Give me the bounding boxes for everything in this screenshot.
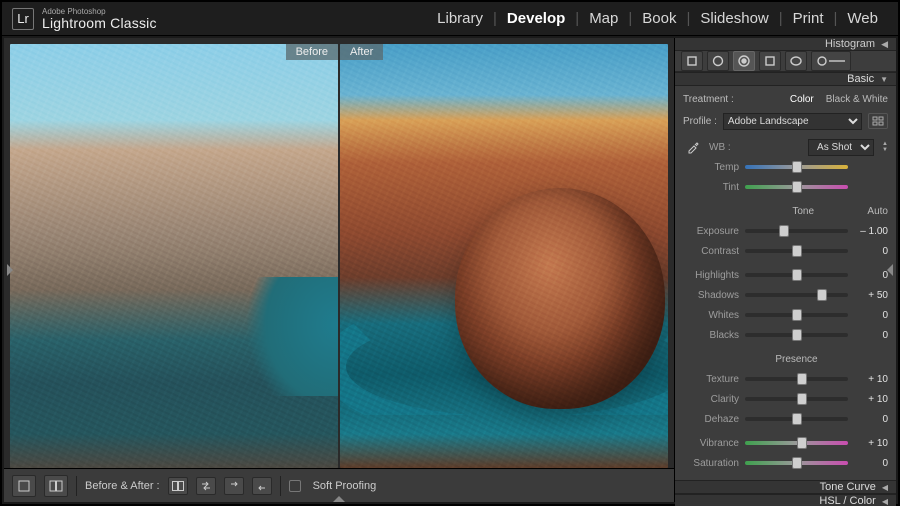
texture-slider[interactable] bbox=[745, 372, 848, 386]
texture-value[interactable]: + 10 bbox=[854, 374, 888, 385]
temp-slider[interactable] bbox=[745, 160, 848, 174]
soft-proofing-checkbox[interactable] bbox=[289, 480, 301, 492]
treatment-label: Treatment : bbox=[683, 94, 734, 105]
wb-select[interactable]: As Shot bbox=[808, 139, 874, 156]
profile-browser-icon[interactable] bbox=[868, 113, 888, 129]
app-name: Lightroom Classic bbox=[42, 16, 157, 30]
brush-tool[interactable] bbox=[811, 51, 851, 71]
contrast-slider[interactable] bbox=[745, 244, 848, 258]
top-bar: Lr Adobe Photoshop Lightroom Classic Lib… bbox=[2, 2, 898, 36]
highlights-slider[interactable] bbox=[745, 268, 848, 282]
saturation-value[interactable]: 0 bbox=[854, 458, 888, 469]
soft-proofing-label: Soft Proofing bbox=[313, 480, 377, 492]
temp-label: Temp bbox=[683, 162, 739, 173]
after-badge: After bbox=[340, 44, 383, 60]
highlights-value[interactable]: 0 bbox=[854, 270, 888, 281]
dehaze-slider[interactable] bbox=[745, 412, 848, 426]
app-logo: Lr Adobe Photoshop Lightroom Classic bbox=[12, 8, 157, 30]
dehaze-label: Dehaze bbox=[683, 414, 739, 425]
module-book[interactable]: Book bbox=[632, 10, 686, 27]
before-badge: Before bbox=[286, 44, 338, 60]
treatment-color[interactable]: Color bbox=[790, 94, 814, 105]
module-map[interactable]: Map bbox=[579, 10, 628, 27]
before-after-label: Before & After : bbox=[85, 480, 160, 492]
tint-label: Tint bbox=[683, 182, 739, 193]
ba-copy2-button[interactable] bbox=[252, 477, 272, 495]
clarity-value[interactable]: + 10 bbox=[854, 394, 888, 405]
clarity-slider[interactable] bbox=[745, 392, 848, 406]
module-picker: Library| Develop| Map| Book| Slideshow| … bbox=[427, 10, 888, 27]
shadows-label: Shadows bbox=[683, 290, 739, 301]
whites-slider[interactable] bbox=[745, 308, 848, 322]
shadows-value[interactable]: + 50 bbox=[854, 290, 888, 301]
exposure-label: Exposure bbox=[683, 226, 739, 237]
histogram-label: Histogram bbox=[825, 38, 875, 50]
app-window: Lr Adobe Photoshop Lightroom Classic Lib… bbox=[0, 0, 900, 506]
saturation-label: Saturation bbox=[683, 458, 739, 469]
radial-filter-tool[interactable] bbox=[785, 51, 807, 71]
before-pane: Before bbox=[10, 44, 338, 468]
vibrance-value[interactable]: + 10 bbox=[854, 438, 888, 449]
treatment-bw[interactable]: Black & White bbox=[826, 94, 888, 105]
filmstrip-expand[interactable] bbox=[333, 496, 345, 502]
after-pane: After bbox=[340, 44, 668, 468]
presence-heading: Presence bbox=[739, 354, 854, 365]
image-viewer: Before After Before & After : bbox=[4, 38, 674, 502]
contrast-value[interactable]: 0 bbox=[854, 246, 888, 257]
main-area: Before After Before & After : bbox=[4, 38, 896, 502]
basic-label: Basic bbox=[847, 73, 874, 85]
wb-stepper[interactable]: ▲▼ bbox=[882, 141, 888, 153]
dehaze-value[interactable]: 0 bbox=[854, 414, 888, 425]
module-web[interactable]: Web bbox=[837, 10, 888, 27]
vibrance-label: Vibrance bbox=[683, 438, 739, 449]
basic-section: Treatment : Color Black & White Profile … bbox=[675, 86, 896, 480]
tone-curve-header[interactable]: Tone Curve bbox=[675, 480, 896, 494]
tint-slider[interactable] bbox=[745, 180, 848, 194]
spot-removal-tool[interactable] bbox=[707, 51, 729, 71]
blacks-value[interactable]: 0 bbox=[854, 330, 888, 341]
module-develop[interactable]: Develop bbox=[497, 10, 575, 27]
tone-heading: Tone bbox=[739, 206, 867, 217]
saturation-slider[interactable] bbox=[745, 456, 848, 470]
before-after-canvas[interactable]: Before After bbox=[4, 38, 674, 468]
tool-strip bbox=[675, 51, 896, 72]
before-after-view-button[interactable] bbox=[44, 475, 68, 497]
loupe-view-button[interactable] bbox=[12, 475, 36, 497]
auto-tone-button[interactable]: Auto bbox=[867, 206, 888, 217]
clarity-label: Clarity bbox=[683, 394, 739, 405]
develop-panel: Histogram◀ Basic Treatment : Color Black… bbox=[674, 38, 896, 502]
profile-label: Profile : bbox=[683, 116, 717, 127]
crop-tool[interactable] bbox=[681, 51, 703, 71]
whites-label: Whites bbox=[683, 310, 739, 321]
module-library[interactable]: Library bbox=[427, 10, 493, 27]
module-slideshow[interactable]: Slideshow bbox=[690, 10, 778, 27]
ba-layout-button-1[interactable] bbox=[168, 477, 188, 495]
blacks-slider[interactable] bbox=[745, 328, 848, 342]
whites-value[interactable]: 0 bbox=[854, 310, 888, 321]
logo-mark: Lr bbox=[12, 8, 34, 30]
texture-label: Texture bbox=[683, 374, 739, 385]
profile-select[interactable]: Adobe Landscape bbox=[723, 113, 862, 130]
ba-swap-button[interactable] bbox=[196, 477, 216, 495]
tone-curve-label: Tone Curve bbox=[820, 481, 876, 493]
highlights-label: Highlights bbox=[683, 270, 739, 281]
blacks-label: Blacks bbox=[683, 330, 739, 341]
shadows-slider[interactable] bbox=[745, 288, 848, 302]
exposure-slider[interactable] bbox=[745, 224, 848, 238]
contrast-label: Contrast bbox=[683, 246, 739, 257]
hsl-label: HSL / Color bbox=[819, 495, 875, 506]
basic-header[interactable]: Basic bbox=[675, 72, 896, 86]
wb-dropper-icon[interactable] bbox=[683, 138, 703, 156]
right-panel-collapse[interactable] bbox=[884, 256, 896, 284]
exposure-value[interactable]: – 1.00 bbox=[854, 226, 888, 237]
ba-copy-button[interactable] bbox=[224, 477, 244, 495]
left-panel-expand[interactable] bbox=[4, 256, 16, 284]
histogram-header[interactable]: Histogram◀ bbox=[675, 38, 896, 51]
graduated-filter-tool[interactable] bbox=[759, 51, 781, 71]
wb-label: WB : bbox=[709, 142, 731, 153]
vibrance-slider[interactable] bbox=[745, 436, 848, 450]
hsl-header[interactable]: HSL / Color bbox=[675, 494, 896, 506]
redeye-tool[interactable] bbox=[733, 51, 755, 71]
module-print[interactable]: Print bbox=[783, 10, 834, 27]
